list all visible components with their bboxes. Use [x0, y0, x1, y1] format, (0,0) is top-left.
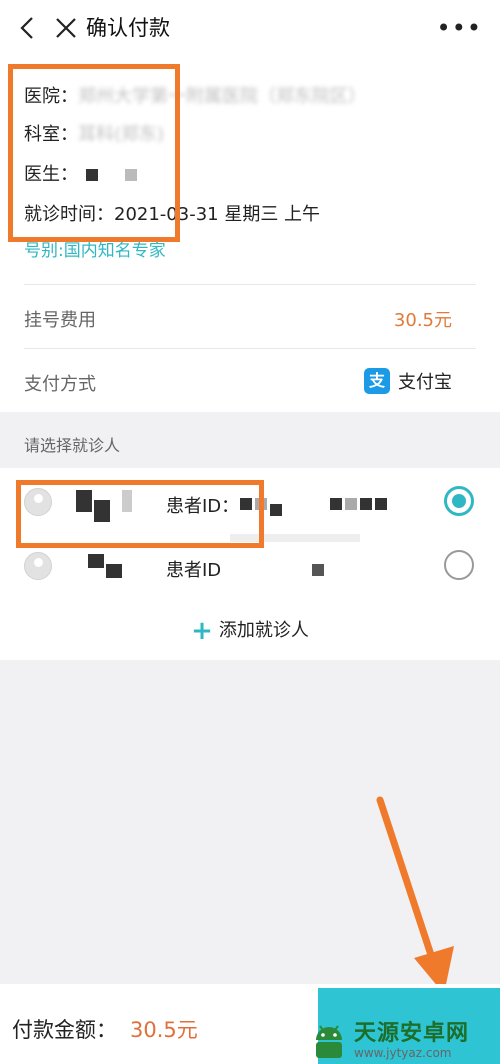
- divider: [24, 348, 476, 349]
- amount-label: 付款金额：: [12, 1018, 117, 1042]
- fee-label: 挂号费用: [24, 310, 96, 331]
- payment-method-label: 支付方式: [24, 374, 96, 395]
- fee-value: 30.5元: [393, 310, 452, 331]
- payment-method-selector[interactable]: 支 支付宝: [364, 368, 452, 394]
- avatar: [24, 552, 52, 580]
- section-title: 请选择就诊人: [24, 436, 121, 455]
- back-icon[interactable]: [14, 14, 42, 42]
- payment-method-value: 支付宝: [398, 372, 452, 393]
- watermark-url: www.jytyaz.com: [354, 1046, 452, 1060]
- watermark-name: 天源安卓网: [354, 1021, 470, 1046]
- top-bar: 确认付款 •••: [0, 0, 500, 56]
- highlight-box: [8, 64, 180, 242]
- patient-radio-unselected[interactable]: [444, 550, 474, 580]
- patient-name-redacted: [88, 554, 122, 578]
- patient-radio-selected[interactable]: [444, 486, 474, 516]
- more-options-icon[interactable]: •••: [437, 14, 482, 42]
- divider: [24, 284, 476, 285]
- add-patient-label: 添加就诊人: [218, 620, 309, 641]
- amount-value: 30.5元: [130, 1018, 198, 1042]
- close-icon[interactable]: [52, 14, 80, 42]
- patient-id-redacted: [312, 564, 324, 576]
- page-title: 确认付款: [86, 16, 170, 40]
- patient-id-label: 患者ID: [166, 560, 222, 581]
- alipay-icon: 支: [364, 368, 390, 394]
- add-patient-button[interactable]: + 添加就诊人: [0, 616, 500, 646]
- highlight-box: [16, 480, 264, 548]
- android-logo-icon: [316, 1025, 342, 1058]
- watermark: 天源安卓网 www.jytyaz.com: [308, 1018, 500, 1064]
- plus-icon: +: [191, 616, 213, 646]
- arrow-annotation: [376, 796, 454, 994]
